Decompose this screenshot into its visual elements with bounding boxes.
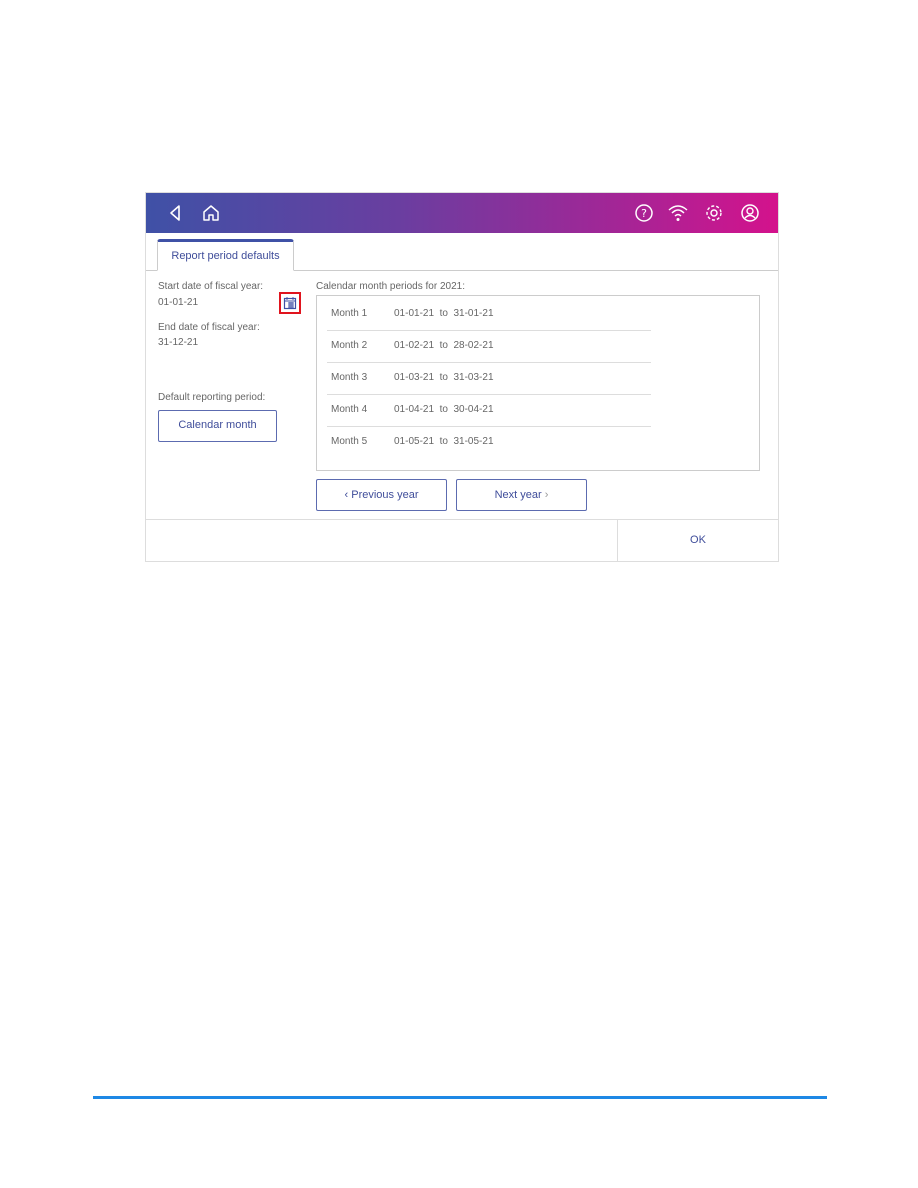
calendar-icon xyxy=(283,297,297,310)
tab-bar: Report period defaults xyxy=(146,233,778,271)
month-label: Month 5 xyxy=(331,436,368,447)
settings-icon[interactable] xyxy=(704,203,724,223)
end-date-value: 31-12-21 xyxy=(158,337,199,348)
wifi-icon[interactable] xyxy=(668,203,688,223)
list-item: Month 5 01-05-21 to 31-05-21 xyxy=(327,426,651,458)
month-range: 01-05-21 to 31-05-21 xyxy=(394,436,494,447)
chevron-right-icon: › xyxy=(541,489,549,501)
footer-bar: OK xyxy=(146,519,778,561)
end-date-label: End date of fiscal year: xyxy=(158,322,260,333)
month-range: 01-04-21 to 30-04-21 xyxy=(394,404,494,415)
month-range: 01-03-21 to 31-03-21 xyxy=(394,372,494,383)
month-label: Month 1 xyxy=(331,308,368,319)
ok-button[interactable]: OK xyxy=(617,520,778,561)
start-date-label: Start date of fiscal year: xyxy=(158,281,264,292)
month-label: Month 2 xyxy=(331,340,368,351)
page-divider xyxy=(93,1096,827,1099)
next-year-label: Next year xyxy=(494,489,542,501)
calendar-picker-button[interactable] xyxy=(279,292,301,314)
list-item: Month 3 01-03-21 to 31-03-21 xyxy=(327,362,651,395)
month-label: Month 4 xyxy=(331,404,368,415)
periods-list[interactable]: Month 1 01-01-21 to 31-01-21 Month 2 01-02… xyxy=(316,295,760,471)
back-icon[interactable] xyxy=(166,203,186,223)
month-range: 01-02-21 to 28-02-21 xyxy=(394,340,494,351)
account-icon[interactable] xyxy=(740,203,760,223)
list-item: Month 2 01-02-21 to 28-02-21 xyxy=(327,330,651,363)
previous-year-label: Previous year xyxy=(351,489,419,501)
help-icon[interactable]: ? xyxy=(634,203,654,223)
next-year-button[interactable]: Next year › xyxy=(456,479,587,511)
list-item: Month 1 01-01-21 to 31-01-21 xyxy=(327,298,651,331)
month-label: Month 3 xyxy=(331,372,368,383)
default-period-label: Default reporting period: xyxy=(158,392,266,403)
periods-title: Calendar month periods for 2021: xyxy=(316,281,465,292)
start-date-value: 01-01-21 xyxy=(158,297,199,308)
month-range: 01-01-21 to 31-01-21 xyxy=(394,308,494,319)
list-item: Month 4 01-04-21 to 30-04-21 xyxy=(327,394,651,427)
default-period-button[interactable]: Calendar month xyxy=(158,410,277,442)
header-bar: ? xyxy=(146,193,778,233)
home-icon[interactable] xyxy=(201,203,221,223)
svg-text:?: ? xyxy=(641,207,647,220)
previous-year-button[interactable]: ‹ Previous year xyxy=(316,479,447,511)
app-screen: ? Report period defaults Start date of f… xyxy=(145,192,779,562)
tab-report-period-defaults[interactable]: Report period defaults xyxy=(157,239,294,271)
